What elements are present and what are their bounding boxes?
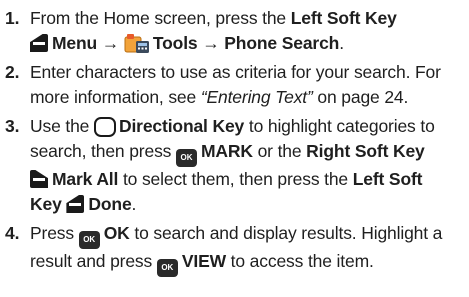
step-1-line-2: Menu → Tools → Phone Search. — [30, 31, 469, 56]
view-label: VIEW — [181, 251, 226, 271]
right-soft-key-label: Right Soft Key — [306, 141, 425, 161]
phone-search-label: Phone Search — [224, 33, 340, 53]
left-soft-key-label: Left Soft Key — [290, 8, 397, 28]
ok-key-icon: OK — [156, 259, 178, 277]
step-4-line-1: Press OK OK to search and display results… — [30, 221, 469, 249]
right-soft-key-icon — [30, 170, 48, 188]
step-2-line-2: more information, see “Entering Text” on… — [30, 87, 409, 107]
step-number: 4. — [5, 223, 20, 243]
step-3-line-2: search, then press OK MARK or the Right S… — [30, 139, 469, 167]
tools-label: Tools — [152, 33, 198, 53]
done-label: Done — [88, 194, 132, 214]
step-1-line-1: From the Home screen, press the Left Sof… — [30, 8, 397, 28]
step-3: 3. Use the Directional Key to highlight … — [0, 114, 469, 217]
ok-key-icon: OK — [175, 149, 197, 167]
step-number: 3. — [5, 116, 20, 136]
step-3-line-3: Mark All to select them, then press the … — [30, 167, 469, 192]
mark-all-label: Mark All — [52, 169, 119, 189]
menu-label: Menu — [52, 33, 98, 53]
mark-label: MARK — [200, 141, 253, 161]
step-2: 2. Enter characters to use as criteria f… — [0, 60, 469, 110]
step-3-line-4: Key Done. — [30, 194, 137, 214]
directional-key-label: Directional Key — [118, 116, 245, 136]
left-soft-key-icon — [66, 195, 85, 213]
ok-label: OK — [103, 223, 130, 243]
step-2-line-1: Enter characters to use as criteria for … — [30, 62, 441, 82]
step-number: 1. — [5, 8, 20, 28]
step-3-line-1: Use the Directional Key to highlight cat… — [30, 116, 435, 137]
ok-key-icon: OK — [78, 231, 100, 249]
entering-text-reference: “Entering Text” — [200, 87, 313, 107]
key-label: Key — [30, 194, 62, 214]
left-soft-key-icon — [30, 34, 48, 52]
instruction-list: 1. From the Home screen, press the Left … — [0, 6, 469, 281]
directional-key-icon — [93, 117, 116, 137]
step-number: 2. — [5, 62, 20, 82]
left-soft-label: Left Soft — [352, 169, 423, 189]
tools-icon — [124, 34, 149, 53]
step-4: 4. Press OK OK to search and display resu… — [0, 221, 469, 277]
step-4-line-2: result and press OK VIEW to access the it… — [30, 249, 469, 277]
step-1: 1. From the Home screen, press the Left … — [0, 6, 469, 56]
